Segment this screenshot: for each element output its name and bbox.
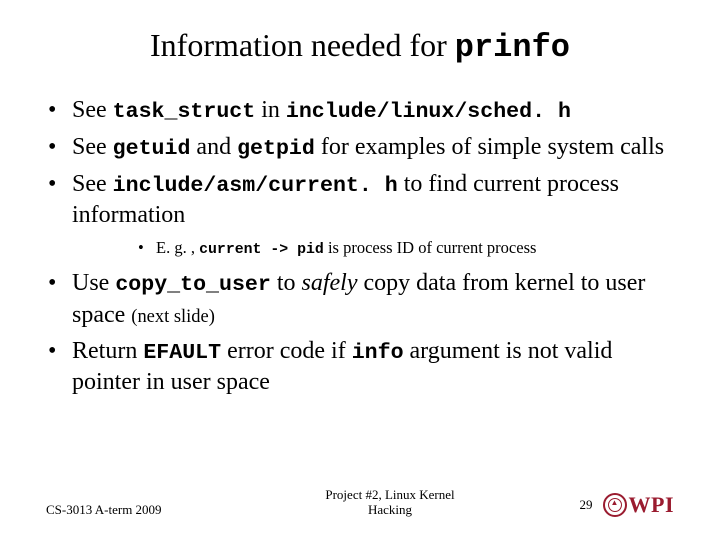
text: is process ID of current process <box>324 238 537 257</box>
slide-title: Information needed for prinfo <box>46 26 674 67</box>
code: current -> pid <box>199 242 324 258</box>
text: error code if <box>221 338 352 364</box>
text: for examples of simple system calls <box>315 134 664 160</box>
footer-left: CS-3013 A-term 2009 <box>46 502 256 518</box>
code: EFAULT <box>143 341 221 365</box>
bullet-1: See task_struct in include/linux/sched. … <box>46 95 674 127</box>
code: include/linux/sched. h <box>286 100 571 124</box>
code: task_struct <box>113 100 256 124</box>
code: copy_to_user <box>115 273 271 297</box>
seal-icon <box>603 493 627 517</box>
code: include/asm/current. h <box>113 174 398 198</box>
italic-text: safely <box>302 270 358 296</box>
paren-text: (next slide) <box>131 306 215 326</box>
text: to <box>271 270 302 296</box>
footer-center-line2: Hacking <box>368 502 412 517</box>
slide: Information needed for prinfo See task_s… <box>0 0 720 540</box>
text: in <box>255 97 286 123</box>
footer: CS-3013 A-term 2009 Project #2, Linux Ke… <box>0 488 720 518</box>
sub-bullet-1: E. g. , current -> pid is process ID of … <box>138 237 674 260</box>
sub-bullet-list: E. g. , current -> pid is process ID of … <box>138 237 674 260</box>
text: See <box>72 134 113 160</box>
footer-center-line1: Project #2, Linux Kernel <box>325 487 454 502</box>
wpi-logo: WPI <box>603 492 675 518</box>
text: Return <box>72 338 143 364</box>
footer-right: 29 WPI <box>524 492 674 518</box>
text: See <box>72 97 113 123</box>
code: getuid <box>113 137 191 161</box>
code: getpid <box>237 137 315 161</box>
page-number: 29 <box>580 497 593 513</box>
bullet-2: See getuid and getpid for examples of si… <box>46 132 674 164</box>
bullet-5: Return EFAULT error code if info argumen… <box>46 336 674 398</box>
code: info <box>352 341 404 365</box>
title-code: prinfo <box>455 29 570 66</box>
text: See <box>72 171 113 197</box>
bullet-3: See include/asm/current. h to find curre… <box>46 169 674 261</box>
logo-text: WPI <box>629 492 675 518</box>
bullet-4: Use copy_to_user to safely copy data fro… <box>46 268 674 330</box>
text: E. g. , <box>156 238 199 257</box>
text: and <box>190 134 237 160</box>
text: Use <box>72 270 115 296</box>
bullet-list: See task_struct in include/linux/sched. … <box>46 95 674 398</box>
title-text: Information needed for <box>150 27 455 63</box>
footer-center: Project #2, Linux Kernel Hacking <box>256 488 524 518</box>
